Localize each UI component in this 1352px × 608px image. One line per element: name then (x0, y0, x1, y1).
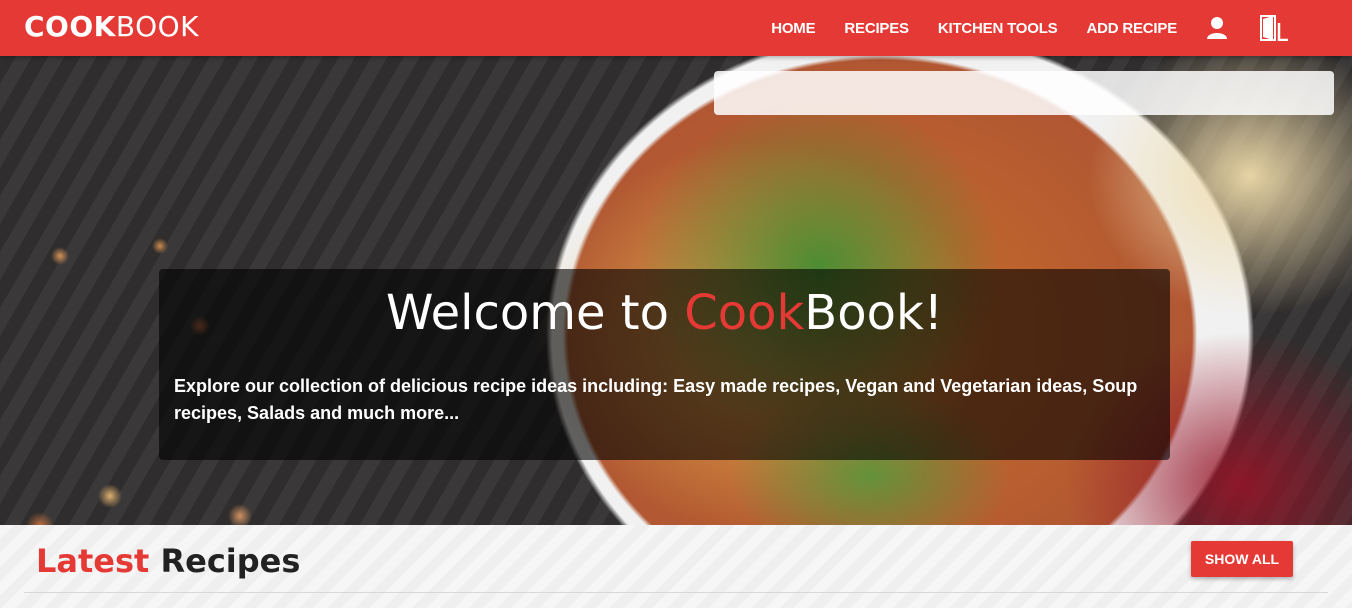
latest-recipes-section: Latest Recipes SHOW ALL (0, 525, 1352, 608)
welcome-prefix: Welcome to (385, 285, 685, 341)
latest-title-rest: Recipes (149, 542, 301, 580)
user-icon[interactable] (1206, 16, 1228, 40)
nav-add-recipe-link[interactable]: ADD RECIPE (1086, 20, 1177, 37)
nav-recipes-link[interactable]: RECIPES (844, 20, 909, 37)
welcome-accent: Cook (684, 285, 805, 341)
latest-title-accent: Latest (36, 542, 150, 580)
nav-kitchen-tools-link[interactable]: KITCHEN TOOLS (938, 20, 1058, 37)
welcome-title: Welcome to CookBook! (159, 285, 1170, 341)
nav-links: HOME RECIPES KITCHEN TOOLS ADD RECIPE (771, 0, 1352, 56)
welcome-suffix: Book! (804, 285, 943, 341)
section-divider (24, 592, 1328, 593)
welcome-box: Welcome to CookBook! Explore our collect… (159, 269, 1170, 460)
hero-banner: Welcome to CookBook! Explore our collect… (0, 56, 1352, 525)
search-input[interactable] (714, 71, 1334, 115)
brand-logo[interactable]: COOKBOOK (24, 10, 199, 43)
latest-recipes-title: Latest Recipes (36, 542, 300, 580)
nav-home-link[interactable]: HOME (771, 20, 815, 37)
brand-part-cook: COOK (24, 10, 116, 43)
brand-part-book: BOOK (115, 10, 200, 43)
show-all-button[interactable]: SHOW ALL (1191, 541, 1293, 577)
logout-door-icon[interactable] (1258, 15, 1290, 41)
top-navbar: COOKBOOK HOME RECIPES KITCHEN TOOLS ADD … (0, 0, 1352, 56)
welcome-description: Explore our collection of delicious reci… (174, 376, 1138, 423)
